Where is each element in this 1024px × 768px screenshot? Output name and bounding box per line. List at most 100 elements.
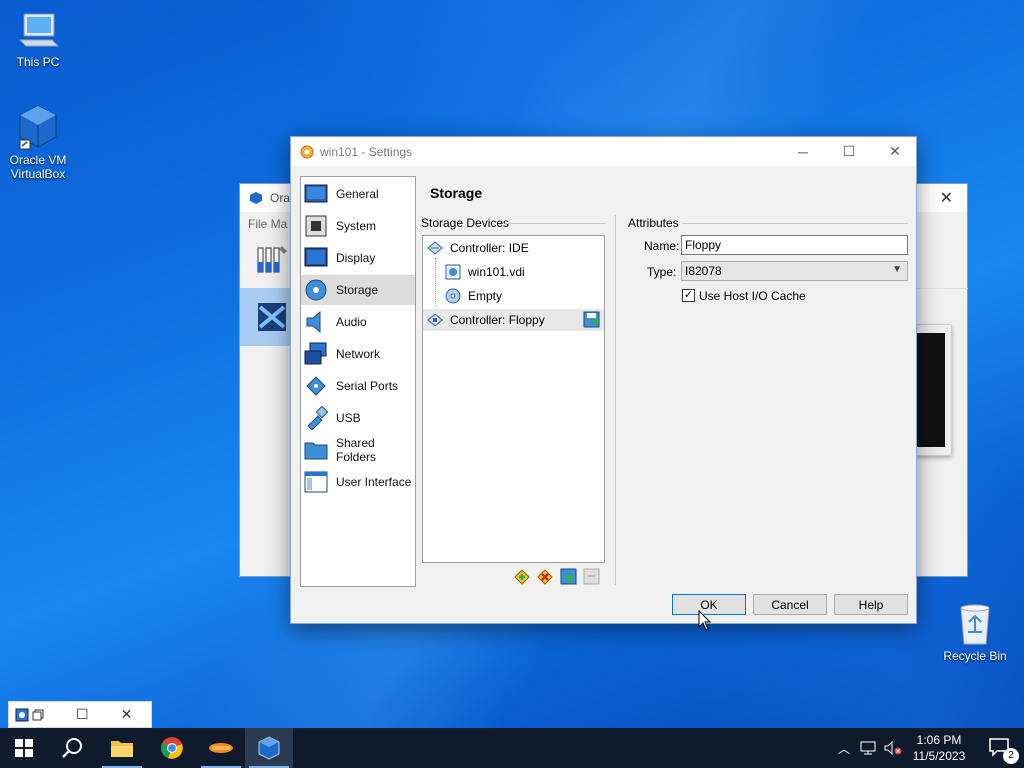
virtualbox-taskbar-icon [258,736,280,760]
minimize-button[interactable]: ─ [780,137,826,166]
vm-app-icon [15,708,29,721]
vm-list-item-selected[interactable] [240,288,292,346]
usb-icon [307,406,328,430]
hard-disk-icon [445,264,461,280]
tree-node-disk[interactable]: win101.vdi [445,261,525,283]
chrome-icon [160,737,183,759]
add-floppy-drive-icon[interactable] [583,311,600,328]
close-icon[interactable]: ✕ [121,706,133,723]
search-icon [62,738,82,758]
settings-dialog: win101 - Settings ─ ☐ ✕ General System D… [290,136,917,624]
desktop-icon-recycle-bin[interactable]: Recycle Bin [937,602,1013,663]
mouse-cursor-icon [698,610,712,631]
desktop-icon-virtualbox[interactable]: Oracle VM VirtualBox [0,104,76,181]
category-label: Audio [336,315,367,329]
taskbar-virtualbox[interactable] [245,728,293,768]
windows-vm-icon [258,303,286,331]
manager-close-icon[interactable]: ✕ [940,188,953,208]
tree-node-label: Empty [468,289,503,303]
maximize-button[interactable]: ☐ [826,137,872,166]
category-label: USB [336,411,361,425]
taskbar-app[interactable] [197,728,245,768]
volume-muted-icon[interactable] [884,741,902,755]
category-label: Display [336,251,376,265]
add-attachment-icon[interactable] [560,568,577,585]
category-general[interactable]: General [301,179,415,209]
start-button[interactable] [0,728,48,768]
type-label: Type: [647,265,677,279]
close-icon: ✕ [889,143,901,159]
desktop-icon-label: Recycle Bin [943,649,1007,663]
close-button[interactable]: ✕ [872,137,918,166]
taskbar-chrome[interactable] [148,728,196,768]
taskbar-file-explorer[interactable] [98,728,146,768]
category-display[interactable]: Display [301,243,415,273]
minimized-window-bar[interactable]: ☐ ✕ [8,701,152,728]
category-label: General [336,187,379,201]
host-io-cache-checkbox[interactable]: ✓ [682,289,695,302]
category-user-interface[interactable]: User Interface [301,467,415,497]
vm-preview-thumbnail [914,324,952,456]
group-line [683,223,908,224]
type-select[interactable]: I82078 ▼ [681,261,908,281]
manager-title: Ora [270,191,291,205]
add-controller-icon[interactable] [514,568,531,585]
desktop-icon-this-pc[interactable]: This PC [0,10,76,69]
folder-icon [111,741,133,757]
category-audio[interactable]: Audio [301,307,415,337]
page-title: Storage [430,185,483,201]
storage-icon [305,279,327,301]
name-input[interactable]: Floppy [681,235,908,255]
category-shared-folders[interactable]: Shared Folders [301,435,415,465]
this-pc-icon [18,13,60,47]
app-icon [209,743,233,753]
network-status-icon[interactable] [860,741,876,755]
category-network[interactable]: Network [301,339,415,369]
category-storage[interactable]: Storage [301,275,415,305]
shared-folders-icon [304,442,328,460]
restore-icon[interactable] [32,709,44,721]
category-serial-ports[interactable]: Serial Ports [301,371,415,401]
system-tray: ︿ [838,728,902,768]
category-label: Shared Folders [336,436,377,464]
category-usb[interactable]: USB [301,403,415,433]
taskbar-clock[interactable]: 1:06 PM 11/5/2023 [908,732,970,764]
taskbar: ︿ 1:06 PM 11/5/2023 2 [0,728,1024,768]
recycle-bin-icon [960,604,990,645]
notification-count-badge: 2 [1003,748,1019,764]
virtualbox-icon [19,105,57,150]
category-label: User Interface [336,475,412,489]
type-select-value: I82078 [685,264,722,278]
settings-category-list: General System Display Storage Audio Net… [300,176,416,587]
chevron-up-icon[interactable]: ︿ [838,740,850,757]
action-center-button[interactable]: 2 [976,728,1024,768]
tools-icon[interactable] [254,240,290,276]
tree-node-controller-floppy[interactable]: Controller: Floppy [423,309,604,331]
category-label: Serial Ports [336,379,399,393]
minimize-icon: ─ [798,143,808,160]
tree-node-controller-ide[interactable]: Controller: IDE [427,237,529,259]
manager-menubar[interactable]: File Ma [248,217,287,231]
windows-logo-icon [15,739,33,757]
search-button[interactable] [48,728,96,768]
help-button[interactable]: Help [834,594,908,615]
category-label: Network [336,347,381,361]
storage-tree[interactable]: Controller: IDE win101.vdi Empty Control… [422,235,605,563]
floppy-controller-icon [427,313,443,327]
chevron-down-icon: ▼ [892,264,902,275]
desktop-icon-label: This PC [16,55,60,69]
category-system[interactable]: System [301,211,415,241]
tree-guide-line [435,258,436,306]
panel-divider [615,215,616,585]
remove-attachment-icon[interactable] [583,568,600,585]
category-label: Storage [336,283,379,297]
storage-devices-label: Storage Devices [421,216,510,230]
remove-controller-icon[interactable] [537,568,554,585]
system-icon [305,215,327,237]
manager-divider [916,288,968,289]
maximize-icon[interactable]: ☐ [76,706,89,723]
user-interface-icon [304,471,328,493]
category-label: System [336,219,377,233]
cancel-button[interactable]: Cancel [753,594,827,615]
tree-node-optical[interactable]: Empty [445,285,502,307]
